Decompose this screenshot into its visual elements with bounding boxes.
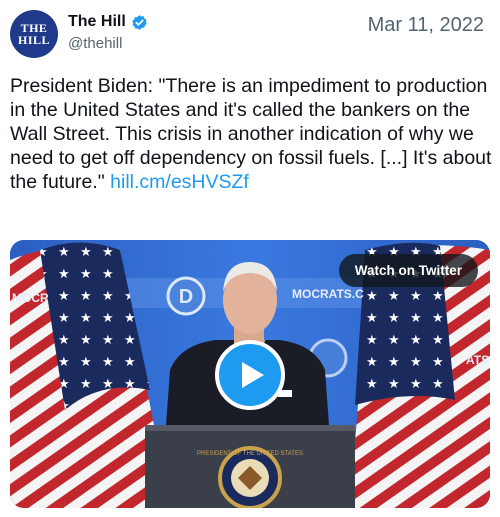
tweet-link[interactable]: hill.cm/esHVSZf (110, 171, 249, 193)
handle[interactable]: @thehill (68, 35, 122, 52)
svg-text:D: D (179, 286, 193, 308)
banner-text-right: ATS. (466, 353, 490, 367)
podium (145, 425, 355, 508)
avatar-line2: HILL (17, 33, 50, 47)
tweet-text: President Biden: "There is an impediment… (10, 74, 492, 194)
seal-text: PRESIDENT OF THE UNITED STATES (197, 451, 303, 457)
banner-text-center: MOCRATS.C (292, 287, 364, 301)
play-icon (242, 362, 264, 388)
author-name-row[interactable]: The Hill (68, 13, 148, 31)
banner-logo-left: D (166, 276, 206, 316)
display-name[interactable]: The Hill (68, 13, 126, 31)
play-button[interactable] (215, 340, 285, 410)
avatar[interactable]: THE HILL (10, 10, 58, 58)
video-media[interactable]: ★ D (10, 240, 490, 508)
tweet-body: President Biden: "There is an impediment… (10, 75, 492, 193)
banner-text-left: MOCR (12, 291, 49, 305)
watch-on-twitter-button[interactable]: Watch on Twitter (338, 254, 478, 287)
tweet-date[interactable]: Mar 11, 2022 (368, 14, 484, 37)
tweet-card: THE HILL The Hill @thehill Mar 11, 2022 … (0, 0, 500, 517)
verified-badge-icon (131, 14, 148, 31)
